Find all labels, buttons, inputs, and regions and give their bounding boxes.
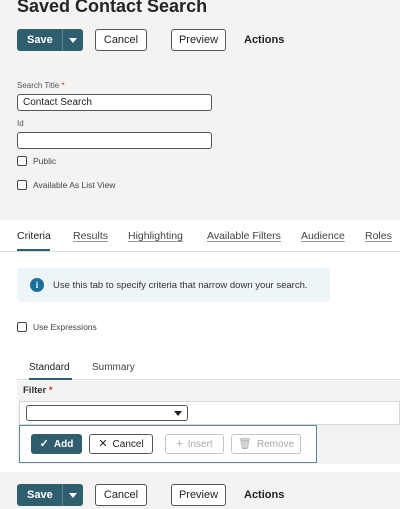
insert-button-label: Insert [187, 438, 213, 450]
add-button-label: Add [53, 438, 74, 450]
filter-action-box: ✓ Add ✕ Cancel + Insert 🗑 Remove [19, 425, 317, 463]
list-view-checkbox-row[interactable]: Available As List View [17, 180, 115, 190]
tab-bar: Criteria Results Highlighting Available … [0, 222, 400, 252]
filter-cancel-label: Cancel [112, 438, 144, 450]
preview-button[interactable]: Preview [171, 29, 226, 51]
save-split-divider [62, 29, 63, 51]
active-subtab-indicator [29, 378, 72, 380]
chevron-down-icon [174, 411, 182, 416]
add-button[interactable]: ✓ Add [31, 434, 82, 454]
remove-button-label: Remove [256, 438, 295, 450]
tab-audience[interactable]: Audience [301, 230, 345, 242]
info-message: i Use this tab to specify criteria that … [17, 268, 330, 302]
public-checkbox-row[interactable]: Public [17, 156, 56, 166]
id-label: Id [17, 119, 24, 128]
tab-available-filters[interactable]: Available Filters [207, 230, 281, 242]
tab-roles[interactable]: Roles [365, 230, 392, 242]
info-text: Use this tab to specify criteria that na… [53, 279, 308, 291]
use-expressions-label: Use Expressions [33, 322, 97, 332]
cancel-button[interactable]: Cancel [95, 29, 147, 51]
bottom-cancel-button[interactable]: Cancel [95, 484, 147, 506]
search-title-label: Search Title * [17, 81, 65, 90]
trash-icon: 🗑 [237, 437, 252, 450]
use-expressions-checkbox[interactable] [17, 322, 27, 332]
bottom-preview-button[interactable]: Preview [171, 484, 226, 506]
save-split-divider [62, 484, 63, 506]
filter-select[interactable] [26, 405, 188, 421]
bottom-save-button[interactable]: Save [17, 484, 83, 506]
save-button[interactable]: Save [17, 29, 83, 51]
filter-label: Filter * [23, 385, 53, 396]
filter-cancel-button[interactable]: ✕ Cancel [89, 434, 153, 454]
bottom-save-label: Save [27, 489, 53, 501]
tab-results[interactable]: Results [73, 230, 108, 242]
bottom-toolbar: Save Cancel Preview Actions [17, 484, 284, 506]
plus-icon: + [176, 437, 183, 450]
chevron-down-icon[interactable] [69, 38, 77, 43]
actions-menu[interactable]: Actions [244, 29, 284, 51]
chevron-down-icon[interactable] [69, 493, 77, 498]
remove-button[interactable]: 🗑 Remove [231, 434, 301, 454]
top-toolbar: Save Cancel Preview Actions [17, 29, 284, 51]
save-button-label: Save [27, 34, 53, 46]
close-icon: ✕ [98, 437, 108, 450]
check-icon: ✓ [39, 437, 49, 450]
use-expressions-row[interactable]: Use Expressions [17, 322, 97, 332]
public-checkbox[interactable] [17, 156, 27, 166]
subtab-summary[interactable]: Summary [92, 362, 135, 373]
bottom-actions-menu[interactable]: Actions [244, 484, 284, 506]
tab-criteria[interactable]: Criteria [17, 230, 51, 242]
id-input[interactable] [17, 132, 212, 149]
insert-button[interactable]: + Insert [165, 434, 224, 454]
public-label: Public [33, 156, 57, 166]
list-view-checkbox[interactable] [17, 180, 27, 190]
search-title-input[interactable]: Contact Search [17, 94, 212, 111]
filter-area: Filter * ✓ Add ✕ Cancel + Insert 🗑 Remov… [17, 381, 400, 464]
list-view-label: Available As List View [33, 180, 116, 190]
active-tab-indicator [17, 249, 50, 251]
subtab-bar: Standard Summary [17, 354, 400, 380]
criteria-subpanel: Standard Summary Filter * ✓ Add ✕ Cancel… [17, 354, 400, 464]
info-icon: i [30, 278, 44, 292]
tab-highlighting[interactable]: Highlighting [128, 230, 183, 242]
subtab-standard[interactable]: Standard [29, 362, 70, 373]
filter-row [19, 401, 400, 425]
page-title: Saved Contact Search [17, 0, 208, 16]
